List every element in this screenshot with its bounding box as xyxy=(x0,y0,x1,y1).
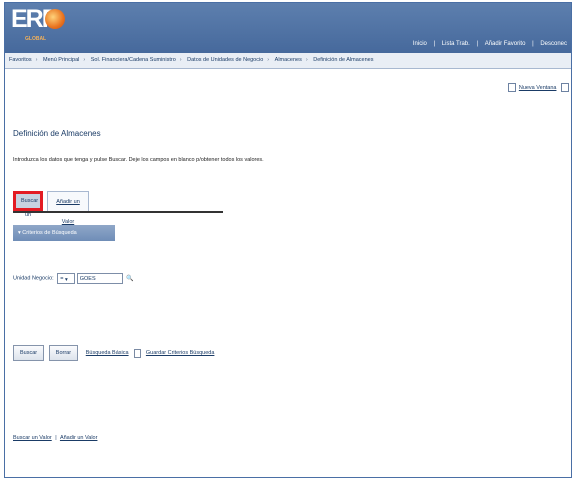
save-criteria-icon xyxy=(134,348,142,358)
business-unit-input[interactable]: GOES xyxy=(76,273,123,284)
page-title: Definición de Almacenes xyxy=(13,129,101,138)
new-window-icon xyxy=(507,83,516,92)
bottom-search-link[interactable]: Buscar un Valor xyxy=(13,435,52,441)
search-criteria-header[interactable]: ▾ Criterios de Búsqueda xyxy=(13,225,115,241)
tab-underline xyxy=(13,211,223,213)
clear-button[interactable]: Borrar xyxy=(48,345,79,361)
help-icon[interactable] xyxy=(561,83,569,92)
page-instructions: Introduzca los datos que tenga y pulse B… xyxy=(13,157,264,163)
breadcrumb-warehouses[interactable]: Almacenes xyxy=(275,57,302,63)
add-favorite-link[interactable]: Añadir Favorito xyxy=(485,41,526,47)
save-criteria-link[interactable]: Guardar Criterios Búsqueda xyxy=(146,350,214,356)
breadcrumb-current: Definición de Almacenes xyxy=(313,57,374,63)
tab-add-value[interactable]: Añadir un Valor xyxy=(47,191,89,225)
bottom-add-link[interactable]: Añadir un Valor xyxy=(60,435,98,441)
breadcrumb-favorites[interactable]: Favoritos xyxy=(9,57,32,63)
sign-out-link[interactable]: Desconec xyxy=(540,41,567,47)
bottom-links: Buscar un Valor | Añadir un Valor xyxy=(13,435,98,441)
logo-tag: GLOBAL xyxy=(25,36,47,42)
home-link[interactable]: Inicio xyxy=(413,41,427,47)
section-title: Criterios de Búsqueda xyxy=(22,230,77,236)
lookup-icon[interactable]: 🔍 xyxy=(126,275,133,282)
business-unit-row: Unidad Negocio: = ▾ GOES 🔍 xyxy=(13,273,134,284)
search-actions: Buscar Borrar Búsqueda Básica Guardar Cr… xyxy=(13,345,214,361)
app-window: ERP GLOBAL Inicio | Lista Trab. | Añadir… xyxy=(4,2,572,478)
new-window-link[interactable]: Nueva Ventana xyxy=(519,85,557,91)
breadcrumb-business-units[interactable]: Datos de Unidades de Negocio xyxy=(187,57,263,63)
tab-bar: Buscar un Valor Añadir un Valor xyxy=(13,187,223,232)
header-links: Inicio | Lista Trab. | Añadir Favorito |… xyxy=(412,41,567,47)
basic-search-link[interactable]: Búsqueda Básica xyxy=(86,350,129,356)
search-button[interactable]: Buscar xyxy=(13,345,45,361)
globe-icon xyxy=(45,9,65,29)
operator-select[interactable]: = ▾ xyxy=(57,273,76,284)
breadcrumb: Favoritos › Menú Principal › Sol. Financie… xyxy=(5,53,571,69)
header-banner: ERP GLOBAL Inicio | Lista Trab. | Añadir… xyxy=(5,3,571,53)
tab-search-value[interactable]: Buscar un Valor xyxy=(13,191,43,232)
breadcrumb-main-menu[interactable]: Menú Principal xyxy=(43,57,79,63)
erp-logo: ERP GLOBAL xyxy=(11,5,69,49)
breadcrumb-supply-chain[interactable]: Sol. Financiera/Cadena Suministro xyxy=(91,57,176,63)
business-unit-label: Unidad Negocio: xyxy=(13,275,54,282)
worklist-link[interactable]: Lista Trab. xyxy=(442,41,470,47)
page-toolbar-links: Nueva Ventana xyxy=(505,83,569,92)
